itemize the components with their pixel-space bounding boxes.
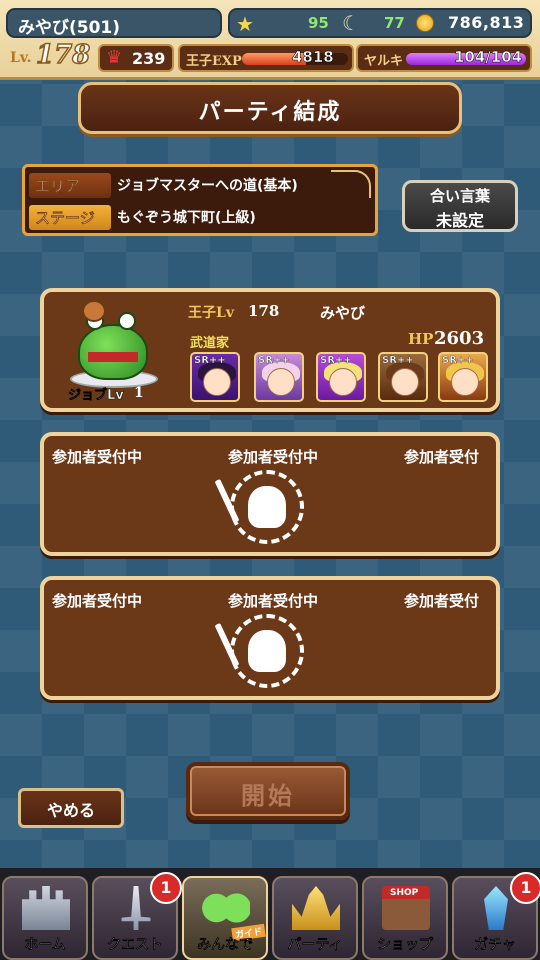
empty-player-icon <box>214 470 304 544</box>
recruiting-label: 参加者受付中 <box>228 592 319 610</box>
sword-silhouette-icon <box>214 478 240 524</box>
resources-panel: ★ 95 ☾ 77 786,813 <box>228 8 532 38</box>
unit-face <box>329 368 357 396</box>
unit-rarity: SR++ <box>442 355 474 366</box>
unit-card[interactable]: SR++ <box>438 352 488 402</box>
recruiting-label: 参加者受付中 <box>52 448 143 466</box>
unit-face <box>203 368 231 396</box>
crown-icon: ♛ <box>106 47 123 68</box>
unit-rarity: SR++ <box>320 355 352 366</box>
nav-home[interactable]: ホーム <box>2 876 88 960</box>
coin-icon <box>416 14 434 32</box>
nav-label: ショップ <box>377 937 433 953</box>
hp-label: HP <box>408 330 434 348</box>
unit-card[interactable]: SR++ <box>316 352 366 402</box>
shop-icon: SHOP <box>382 886 430 930</box>
job-name: 武道家 <box>190 336 230 351</box>
area-key: エリア <box>29 173 111 198</box>
quit-button-label: やめる <box>46 801 95 820</box>
unit-rarity: SR++ <box>382 355 414 366</box>
level-value: 178 <box>35 39 91 71</box>
nav-label: クエスト <box>107 937 163 953</box>
area-value: ジョブマスターへの道(基本) <box>117 178 298 194</box>
crown-value: 239 <box>132 49 166 68</box>
yaruki-gauge: ヤルキ 104/104 <box>356 44 532 72</box>
start-button[interactable]: 開始 <box>186 762 350 820</box>
status-bar: みやび(501) ★ 95 ☾ 77 786,813 Lv. 178 ♛ 239… <box>0 0 540 80</box>
unit-face <box>267 368 295 396</box>
party-slot-leader[interactable]: ジョブLv 1 王子Lv 178 みやび 武道家 HP 2603 SR++ SR… <box>40 288 500 412</box>
unit-card[interactable]: SR++ <box>378 352 428 402</box>
nav-quest[interactable]: クエスト 1 <box>92 872 182 960</box>
unit-card[interactable]: SR++ <box>190 352 240 402</box>
sword-silhouette-icon <box>214 622 240 668</box>
level-label: Lv. <box>10 50 32 66</box>
job-level-label: ジョブLv <box>68 388 124 404</box>
area-stage-panel: エリア ジョブマスターへの道(基本) ステージ もぐぞう城下町(上級) <box>22 164 378 236</box>
unit-rarity: SR++ <box>194 355 226 366</box>
frog-sash <box>88 352 138 362</box>
exp-value: 4818 <box>292 48 334 67</box>
notification-badge: 1 <box>150 872 182 904</box>
stage-value: もぐぞう城下町(上級) <box>117 210 256 226</box>
recruiting-label: 参加者受付 <box>404 592 480 610</box>
nav-label: ガチャ <box>474 937 516 953</box>
nav-label: パーティ <box>287 937 343 953</box>
leader-avatar <box>62 298 166 388</box>
nav-shop[interactable]: SHOP ショップ <box>362 876 448 960</box>
unit-card[interactable]: SR++ <box>254 352 304 402</box>
corner-ornament <box>331 170 371 198</box>
area-row: エリア ジョブマスターへの道(基本) <box>25 170 375 200</box>
unit-rarity: SR++ <box>258 355 290 366</box>
stamina-value: 95 <box>308 14 329 32</box>
tiara-icon <box>292 886 340 930</box>
party-slot-empty[interactable]: 参加者受付中 参加者受付中 参加者受付 <box>40 576 500 700</box>
page-title: パーティ結成 <box>198 100 342 125</box>
player-name: みやび(501) <box>6 8 222 38</box>
start-button-label: 開始 <box>241 782 295 810</box>
nav-together[interactable]: ガイド みんなで <box>182 876 268 960</box>
unit-face <box>391 368 419 396</box>
bottom-nav: ホーム クエスト 1 ガイド みんなで パーティ SHOP ショップ ガチャ 1 <box>0 868 540 960</box>
monkey-icon <box>82 300 106 322</box>
stage-key: ステージ <box>29 205 111 230</box>
exp-label: 王子EXP <box>186 54 242 69</box>
nav-gacha[interactable]: ガチャ 1 <box>452 872 540 960</box>
star-icon: ★ <box>236 12 254 36</box>
shop-sign: SHOP <box>390 888 419 898</box>
recruiting-label: 参加者受付中 <box>228 448 319 466</box>
yaruki-label: ヤルキ <box>364 54 404 69</box>
quit-button[interactable]: やめる <box>18 788 124 828</box>
gold-value: 786,813 <box>448 13 525 32</box>
recruiting-label: 参加者受付中 <box>52 592 143 610</box>
passphrase-value: 未設定 <box>435 211 484 230</box>
nav-label: みんなで <box>197 937 253 953</box>
prince-level-label: 王子Lv <box>188 305 234 321</box>
nav-label: ホーム <box>24 937 66 953</box>
recruiting-label: 参加者受付 <box>404 448 480 466</box>
title-banner: パーティ結成 <box>78 82 462 134</box>
prince-exp-gauge: 王子EXP 4818 <box>178 44 354 72</box>
moon-icon: ☾ <box>342 11 360 35</box>
nav-party[interactable]: パーティ <box>272 876 358 960</box>
passphrase-title: 合い言葉 <box>429 187 490 205</box>
stage-row: ステージ もぐぞう城下町(上級) <box>25 202 375 232</box>
empty-player-icon <box>214 614 304 688</box>
hp-value: 2603 <box>434 328 485 349</box>
crown-counter: ♛ 239 <box>98 44 174 72</box>
party-slot-empty[interactable]: 参加者受付中 参加者受付中 参加者受付 <box>40 432 500 556</box>
prince-level-value: 178 <box>248 302 280 320</box>
knight-silhouette-icon <box>248 630 286 672</box>
unit-face <box>451 368 479 396</box>
passphrase-button[interactable]: 合い言葉 未設定 <box>402 180 518 232</box>
knight-silhouette-icon <box>248 486 286 528</box>
frog-eye <box>118 312 136 330</box>
leader-name: みやび <box>320 304 366 322</box>
notification-badge: 1 <box>510 872 540 904</box>
yaruki-value: 104/104 <box>454 48 523 67</box>
castle-icon <box>22 886 70 930</box>
gems-value: 77 <box>384 14 405 32</box>
frogs-icon <box>202 886 250 930</box>
job-level-value: 1 <box>134 385 144 401</box>
